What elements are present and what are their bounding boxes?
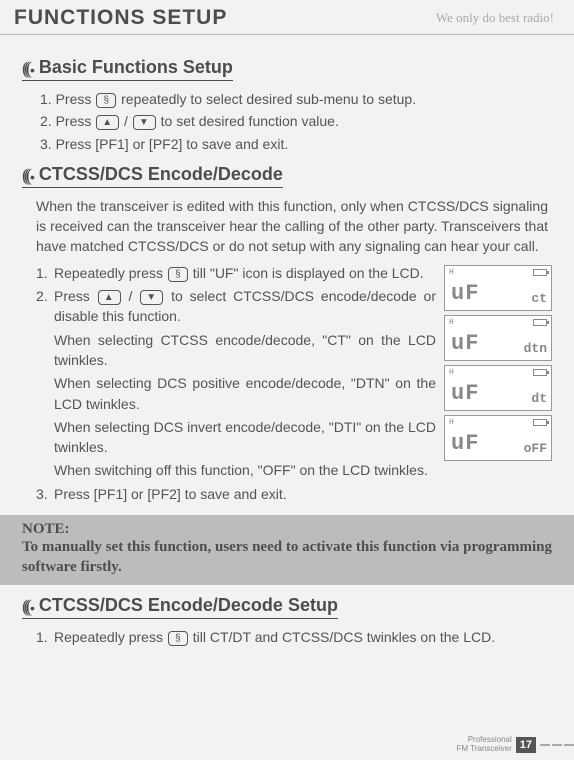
section-ctcss: (((• CTCSS/DCS Encode/Decode When the tr… xyxy=(22,164,552,507)
lcd-display: HuFdt xyxy=(444,365,552,411)
antenna-icon: H xyxy=(449,318,454,327)
setup-step-1: 1. Repeatedly press § till CT/DT and CTC… xyxy=(36,627,552,647)
section-title: Basic Functions Setup xyxy=(39,57,233,78)
ctcss-detail-ct: When selecting CTCSS encode/decode, "CT"… xyxy=(36,330,436,371)
basic-steps: 1. Press § repeatedly to select desired … xyxy=(22,89,552,154)
footer-bars-icon xyxy=(540,744,574,746)
note-title: NOTE: xyxy=(22,521,552,538)
section-basic: (((• Basic Functions Setup 1. Press § re… xyxy=(22,57,552,154)
note-box: NOTE: To manually set this function, use… xyxy=(0,515,574,585)
basic-step-1: 1. Press § repeatedly to select desired … xyxy=(40,89,552,109)
lcd-display: HuFdtn xyxy=(444,315,552,361)
section-heading: (((• CTCSS/DCS Encode/Decode xyxy=(22,164,283,188)
up-key-icon: ▲ xyxy=(98,290,121,305)
down-key-icon: ▼ xyxy=(140,290,163,305)
footer-caption: Professional FM Transceiver xyxy=(457,736,512,754)
page-content: (((• Basic Functions Setup 1. Press § re… xyxy=(0,35,574,647)
section-heading: (((• CTCSS/DCS Encode/Decode Setup xyxy=(22,595,338,619)
up-key-icon: ▲ xyxy=(96,115,119,130)
basic-step-2: 2. Press ▲ / ▼ to set desired function v… xyxy=(40,111,552,131)
note-body: To manually set this function, users nee… xyxy=(22,538,552,577)
lcd-display: HuFoFF xyxy=(444,415,552,461)
slogan-text: We only do best radio! xyxy=(436,10,560,26)
select-key-icon: § xyxy=(168,267,188,282)
ctcss-intro: When the transceiver is edited with this… xyxy=(22,196,552,263)
ctcss-details-row: 1. Repeatedly press § till "UF" icon is … xyxy=(22,263,552,507)
ctcss-step-3: 3.Press [PF1] or [PF2] to save and exit. xyxy=(36,484,436,504)
section-heading: (((• Basic Functions Setup xyxy=(22,57,233,81)
ctcss-steps: 1. Repeatedly press § till "UF" icon is … xyxy=(22,263,436,504)
wave-dot-icon: • xyxy=(30,600,35,616)
select-key-icon: § xyxy=(168,631,188,646)
basic-step-3: 3. Press [PF1] or [PF2] to save and exit… xyxy=(40,134,552,154)
section-ctcss-setup: (((• CTCSS/DCS Encode/Decode Setup 1. Re… xyxy=(22,595,552,647)
ctcss-step-1: 1. Repeatedly press § till "UF" icon is … xyxy=(36,263,436,283)
wave-dot-icon: • xyxy=(30,62,35,78)
lcd-display: HuFct xyxy=(444,265,552,311)
select-key-icon: § xyxy=(96,93,116,108)
section-title: CTCSS/DCS Encode/Decode Setup xyxy=(39,595,338,616)
wave-dot-icon: • xyxy=(30,169,35,185)
page-number: 17 xyxy=(516,737,536,753)
page-title: FUNCTIONS SETUP xyxy=(14,6,227,30)
ctcss-detail-dtn: When selecting DCS positive encode/decod… xyxy=(36,373,436,414)
down-key-icon: ▼ xyxy=(133,115,156,130)
wave-icon: ((( xyxy=(22,596,28,617)
ctcss-detail-dti: When selecting DCS invert encode/decode,… xyxy=(36,417,436,458)
antenna-icon: H xyxy=(449,268,454,277)
wave-icon: ((( xyxy=(22,165,28,186)
setup-steps: 1. Repeatedly press § till CT/DT and CTC… xyxy=(22,627,552,647)
page-footer: Professional FM Transceiver 17 xyxy=(457,736,574,754)
battery-icon xyxy=(533,269,547,276)
wave-icon: ((( xyxy=(22,58,28,79)
ctcss-detail-off: When switching off this function, "OFF" … xyxy=(36,460,436,480)
battery-icon xyxy=(533,369,547,376)
ctcss-text-column: 1. Repeatedly press § till "UF" icon is … xyxy=(22,263,436,507)
battery-icon xyxy=(533,419,547,426)
antenna-icon: H xyxy=(449,418,454,427)
page-header: FUNCTIONS SETUP We only do best radio! xyxy=(0,0,574,35)
section-title: CTCSS/DCS Encode/Decode xyxy=(39,164,283,185)
ctcss-step-2: 2. Press ▲ / ▼ to select CTCSS/DCS encod… xyxy=(36,286,436,327)
antenna-icon: H xyxy=(449,368,454,377)
lcd-column: HuFct HuFdtn HuFdt HuFoFF xyxy=(444,263,552,507)
battery-icon xyxy=(533,319,547,326)
